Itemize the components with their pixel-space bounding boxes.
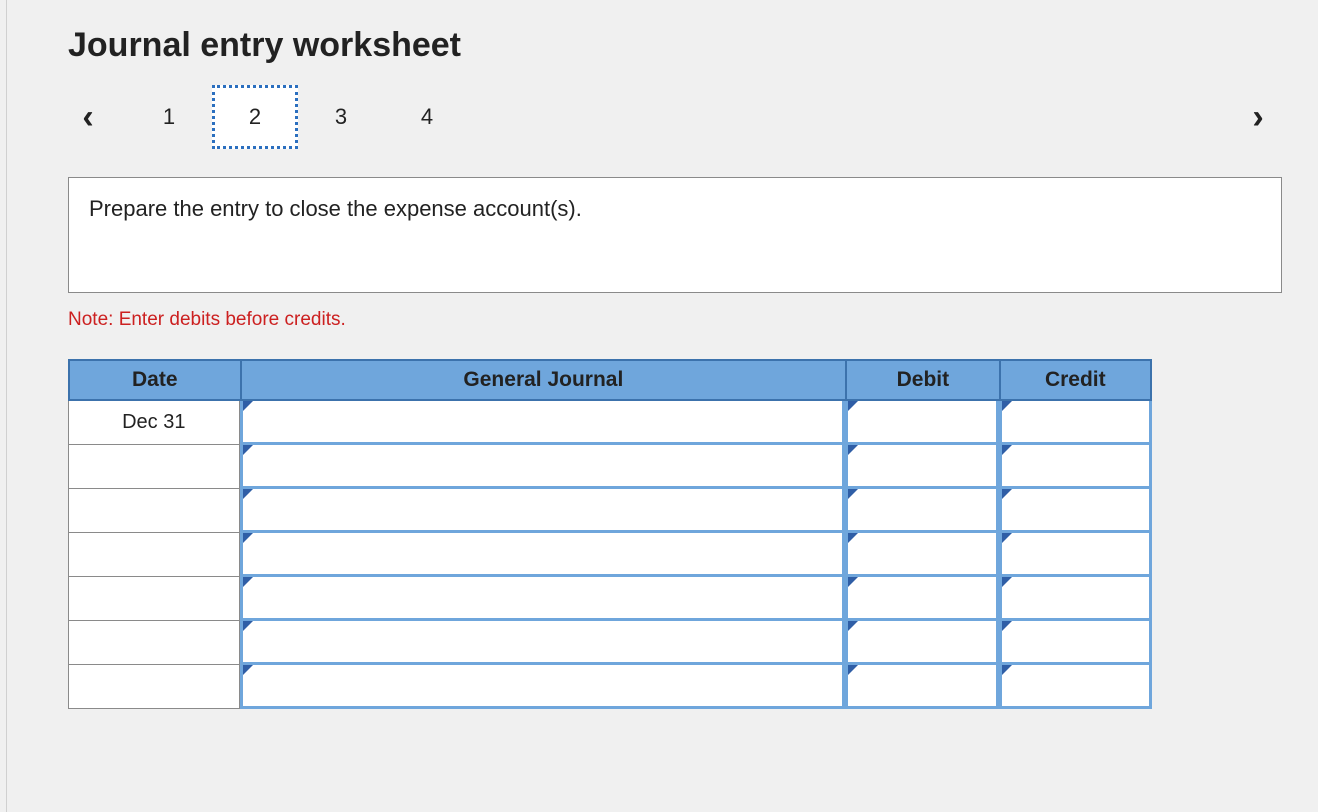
- debit-cell[interactable]: [845, 577, 998, 621]
- credit-cell[interactable]: [999, 577, 1152, 621]
- credit-cell[interactable]: [999, 445, 1152, 489]
- header-debit: Debit: [845, 359, 998, 401]
- date-cell[interactable]: [68, 577, 240, 621]
- step-tab-1[interactable]: 1: [126, 85, 212, 149]
- journal-table-body: Dec 31: [68, 401, 1152, 709]
- step-tabs-row: ‹ 1 2 3 4 ›: [68, 85, 1282, 149]
- date-cell[interactable]: [68, 445, 240, 489]
- credit-cell[interactable]: [999, 533, 1152, 577]
- page-title: Journal entry worksheet: [68, 26, 1282, 65]
- header-general-journal: General Journal: [240, 359, 846, 401]
- table-row: [68, 577, 1152, 621]
- journal-cell[interactable]: [240, 665, 846, 709]
- date-cell[interactable]: [68, 489, 240, 533]
- debit-cell[interactable]: [845, 665, 998, 709]
- journal-cell[interactable]: [240, 489, 846, 533]
- instruction-text: Prepare the entry to close the expense a…: [68, 177, 1282, 293]
- credit-cell[interactable]: [999, 489, 1152, 533]
- journal-cell[interactable]: [240, 577, 846, 621]
- credit-cell[interactable]: [999, 665, 1152, 709]
- table-row: [68, 621, 1152, 665]
- prev-button[interactable]: ‹: [68, 100, 108, 134]
- journal-cell[interactable]: [240, 621, 846, 665]
- next-button[interactable]: ›: [1238, 100, 1278, 134]
- table-row: [68, 533, 1152, 577]
- credit-cell[interactable]: [999, 401, 1152, 445]
- table-row: Dec 31: [68, 401, 1152, 445]
- date-cell[interactable]: [68, 533, 240, 577]
- header-credit: Credit: [999, 359, 1152, 401]
- left-margin-rule: [6, 0, 7, 812]
- date-cell[interactable]: [68, 665, 240, 709]
- journal-cell[interactable]: [240, 401, 846, 445]
- date-cell[interactable]: [68, 621, 240, 665]
- journal-cell[interactable]: [240, 445, 846, 489]
- table-row: [68, 445, 1152, 489]
- date-cell[interactable]: Dec 31: [68, 401, 240, 445]
- table-row: [68, 665, 1152, 709]
- debit-cell[interactable]: [845, 401, 998, 445]
- step-tab-list: 1 2 3 4: [126, 85, 470, 149]
- credit-cell[interactable]: [999, 621, 1152, 665]
- table-row: [68, 489, 1152, 533]
- debit-cell[interactable]: [845, 445, 998, 489]
- journal-table: Date General Journal Debit Credit Dec 31: [68, 359, 1152, 709]
- step-tab-4[interactable]: 4: [384, 85, 470, 149]
- journal-cell[interactable]: [240, 533, 846, 577]
- step-tab-3[interactable]: 3: [298, 85, 384, 149]
- debit-cell[interactable]: [845, 533, 998, 577]
- header-date: Date: [68, 359, 240, 401]
- note-text: Note: Enter debits before credits.: [68, 309, 1282, 331]
- step-tab-2[interactable]: 2: [212, 85, 298, 149]
- debit-cell[interactable]: [845, 621, 998, 665]
- debit-cell[interactable]: [845, 489, 998, 533]
